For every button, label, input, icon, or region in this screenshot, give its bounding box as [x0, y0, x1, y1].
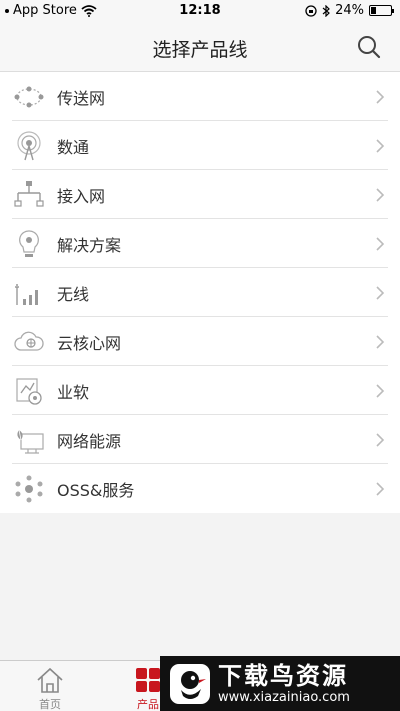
- list-item-label: 网络能源: [57, 431, 122, 451]
- chevron-right-icon: [376, 432, 385, 447]
- chevron-right-icon: [376, 334, 385, 349]
- solution-icon: [13, 228, 45, 260]
- rotation-lock-icon: [305, 4, 317, 17]
- status-bar: App Store 12:18 24%: [0, 0, 400, 22]
- chevron-right-icon: [376, 187, 385, 202]
- product-line-list: 传送网 数通 接入网 解决方案 无线 云核心网 业软 网络能源 OSS&服务: [0, 72, 400, 513]
- list-item-solution[interactable]: 解决方案: [0, 219, 400, 268]
- list-item-label: 业软: [57, 382, 90, 402]
- bird-logo-icon: [170, 663, 210, 704]
- business-software-icon: [13, 375, 45, 407]
- watermark-url: www.xiazainiao.com: [218, 689, 350, 705]
- chevron-right-icon: [376, 481, 385, 496]
- access-network-icon: [13, 179, 45, 211]
- list-item-label: 云核心网: [57, 333, 122, 353]
- battery-fill: [371, 7, 376, 14]
- list-item-label: 数通: [57, 137, 90, 157]
- tab-home[interactable]: 首页: [0, 661, 100, 711]
- cloud-core-icon: [13, 326, 45, 358]
- list-item-label: OSS&服务: [57, 480, 135, 500]
- battery-icon: [369, 5, 394, 16]
- list-item-label: 接入网: [57, 186, 106, 206]
- bluetooth-icon: [322, 4, 330, 17]
- page-title: 选择产品线: [152, 39, 248, 61]
- chevron-right-icon: [376, 138, 385, 153]
- watermark-title: 下载鸟资源: [218, 661, 348, 690]
- list-item-access-network[interactable]: 接入网: [0, 170, 400, 219]
- battery-percent: 24%: [335, 3, 364, 18]
- list-item-cloud-core[interactable]: 云核心网: [0, 317, 400, 366]
- oss-service-icon: [13, 473, 45, 505]
- chevron-right-icon: [376, 383, 385, 398]
- search-icon[interactable]: [356, 34, 382, 60]
- list-item-wireless[interactable]: 无线: [0, 268, 400, 317]
- list-item-network-energy[interactable]: 网络能源: [0, 415, 400, 464]
- list-item-label: 无线: [57, 284, 90, 304]
- list-item-transport-network[interactable]: 传送网: [0, 72, 400, 121]
- wireless-icon: [13, 277, 45, 309]
- watermark-banner: 下载鸟资源 www.xiazainiao.com: [160, 656, 400, 711]
- nav-bar: 选择产品线: [0, 22, 400, 72]
- tab-home-label: 首页: [39, 698, 61, 711]
- list-item-label: 传送网: [57, 88, 106, 108]
- list-item-oss-service[interactable]: OSS&服务: [0, 464, 400, 513]
- list-item-business-software[interactable]: 业软: [0, 366, 400, 415]
- home-icon: [37, 667, 63, 693]
- transport-network-icon: [13, 81, 45, 113]
- status-right: 24%: [305, 3, 394, 18]
- list-item-label: 解决方案: [57, 235, 122, 255]
- chevron-right-icon: [376, 285, 385, 300]
- network-energy-icon: [13, 424, 45, 456]
- watermark-text: 下载鸟资源 www.xiazainiao.com: [218, 662, 350, 706]
- chevron-right-icon: [376, 236, 385, 251]
- list-item-datacom[interactable]: 数通: [0, 121, 400, 170]
- chevron-right-icon: [376, 89, 385, 104]
- products-grid-icon: [136, 668, 160, 692]
- datacom-icon: [13, 130, 45, 162]
